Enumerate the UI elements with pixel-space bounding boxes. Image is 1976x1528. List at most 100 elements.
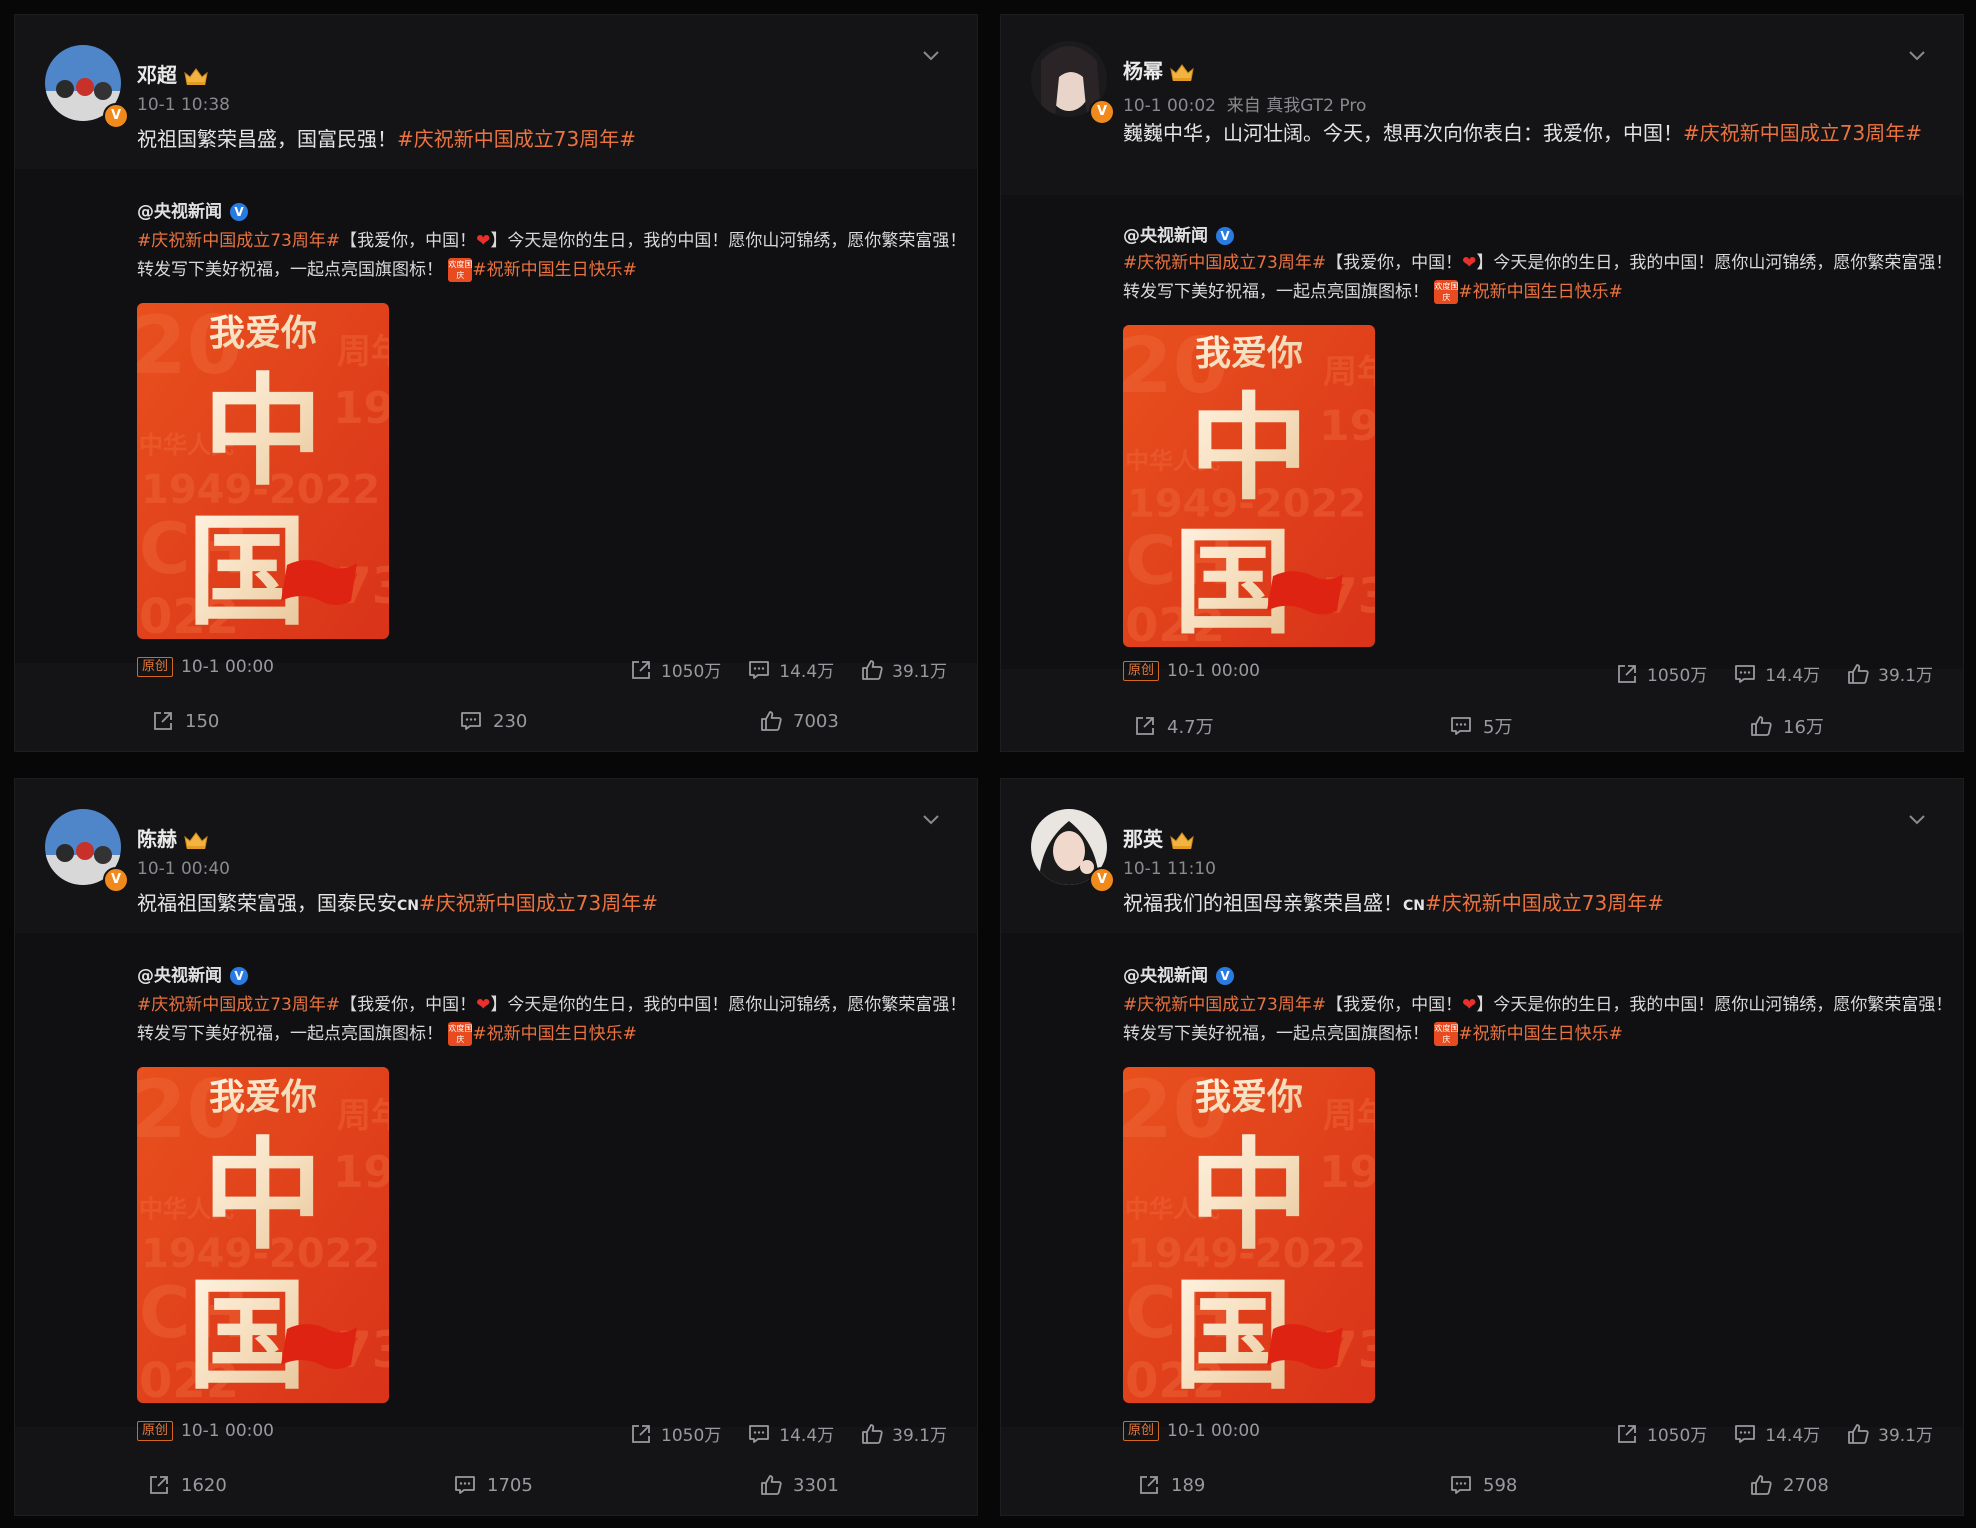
comment-button[interactable]: 598 (1449, 1473, 1517, 1497)
retweet-comment[interactable]: 14.4万 (1733, 661, 1820, 686)
post-text: 祝福祖国繁荣富强，国泰民安CN#庆祝新中国成立73周年# (137, 891, 658, 915)
like-icon (1749, 1473, 1773, 1497)
repost-button[interactable]: 150 (151, 709, 219, 733)
retweet-box[interactable]: @央视新闻 V #庆祝新中国成立73周年#【我爱你，中国！❤】今天是你的生日，我的… (15, 933, 977, 1446)
retweet-meta: 原创 10-1 00:00 1050万 14.4万 39.1万 (137, 657, 947, 682)
hashtag-link[interactable]: #祝新中国生日快乐# (1458, 1024, 1623, 1044)
retweet-box[interactable]: @央视新闻 V #庆祝新中国成立73周年#【我爱你，中国！❤】今天是你的生日，我的… (1001, 933, 1963, 1446)
like-icon (1846, 662, 1870, 686)
comment-button[interactable]: 1705 (453, 1473, 533, 1497)
original-badge: 原创 (137, 1421, 174, 1441)
repost-button[interactable]: 189 (1137, 1473, 1205, 1497)
like-button[interactable]: 2708 (1749, 1473, 1829, 1497)
hashtag-link[interactable]: #祝新中国生日快乐# (472, 1024, 637, 1044)
comment-icon (1733, 662, 1757, 686)
chevron-down-icon[interactable] (919, 43, 943, 67)
verified-badge-icon: V (1089, 99, 1115, 125)
retweet-comment[interactable]: 14.4万 (747, 657, 834, 682)
repost-button[interactable]: 4.7万 (1133, 713, 1214, 739)
verified-blue-icon: V (1216, 967, 1234, 985)
retweet-box[interactable]: @央视新闻 V #庆祝新中国成立73周年#【我爱你，中国！❤】今天是你的生日，我的… (1001, 195, 1963, 686)
poster-slogan: 我爱你 (1195, 1077, 1303, 1118)
post-time: 10-1 00:02 来自 真我GT2 Pro (1123, 91, 1366, 116)
heart-icon: ❤ (476, 995, 491, 1015)
hashtag-link[interactable]: #庆祝新中国成立73周年# (1123, 995, 1326, 1015)
poster-image[interactable]: 我爱你 中 国 (137, 1067, 389, 1403)
hashtag-link[interactable]: #庆祝新中国成立73周年# (1123, 253, 1326, 273)
hashtag-link[interactable]: #庆祝新中国成立73周年# (137, 995, 340, 1015)
post-time-link[interactable]: 10-1 00:02 (1123, 96, 1216, 116)
retweet-like[interactable]: 39.1万 (1846, 1421, 1933, 1446)
retweet-meta: 原创 10-1 00:00 1050万 14.4万 39.1万 (1123, 1421, 1933, 1446)
chevron-down-icon[interactable] (1905, 807, 1929, 831)
national-day-icon: 欢度国庆 (448, 1022, 473, 1046)
comment-icon (459, 709, 483, 733)
repost-icon (1615, 1422, 1639, 1446)
poster-image[interactable]: 我爱你 中 国 (137, 303, 389, 639)
retweet-like[interactable]: 39.1万 (1846, 661, 1933, 686)
retweet-time[interactable]: 10-1 00:00 (181, 657, 274, 677)
retweet-time[interactable]: 10-1 00:00 (181, 1421, 274, 1441)
post-time[interactable]: 10-1 11:10 (1123, 859, 1216, 879)
poster-image[interactable]: 我爱你 中 国 (1123, 325, 1375, 647)
retweet-time[interactable]: 10-1 00:00 (1167, 1421, 1260, 1441)
retweet-author[interactable]: @央视新闻 V (1123, 961, 1234, 986)
author-name[interactable]: 邓超 (137, 59, 209, 88)
verified-blue-icon: V (230, 203, 248, 221)
comment-button[interactable]: 230 (459, 709, 527, 733)
repost-icon (147, 1473, 171, 1497)
retweet-time[interactable]: 10-1 00:00 (1167, 661, 1260, 681)
verified-badge-icon: V (103, 103, 129, 129)
hashtag-link[interactable]: #庆祝新中国成立73周年# (419, 891, 658, 915)
repost-icon (1133, 714, 1157, 738)
repost-button[interactable]: 1620 (147, 1473, 227, 1497)
retweet-repost[interactable]: 1050万 (629, 657, 721, 682)
retweet-author[interactable]: @央视新闻 V (137, 197, 248, 222)
repost-icon (1137, 1473, 1161, 1497)
crown-icon (1169, 63, 1195, 83)
chevron-down-icon[interactable] (1905, 43, 1929, 67)
poster-char-1: 中 (203, 363, 323, 502)
author-name[interactable]: 陈赫 (137, 823, 209, 852)
retweet-box[interactable]: @央视新闻 V #庆祝新中国成立73周年#【我爱你，中国！❤】今天是你的生日，我的… (15, 169, 977, 682)
retweet-comment[interactable]: 14.4万 (1733, 1421, 1820, 1446)
hashtag-link[interactable]: #庆祝新中国成立73周年# (137, 231, 340, 251)
chevron-down-icon[interactable] (919, 807, 943, 831)
hashtag-link[interactable]: #庆祝新中国成立73周年# (1425, 891, 1664, 915)
retweet-like[interactable]: 39.1万 (860, 657, 947, 682)
post-source[interactable]: 来自 真我GT2 Pro (1227, 96, 1367, 116)
retweet-repost[interactable]: 1050万 (1615, 661, 1707, 686)
retweet-text: #庆祝新中国成立73周年#【我爱你，中国！❤】今天是你的生日，我的中国！愿你山河… (1123, 253, 1953, 304)
poster-char-1: 中 (1189, 381, 1309, 515)
post-time[interactable]: 10-1 10:38 (137, 95, 230, 115)
author-name[interactable]: 杨幂 (1123, 55, 1195, 84)
comment-button[interactable]: 5万 (1449, 713, 1512, 739)
retweet-like[interactable]: 39.1万 (860, 1421, 947, 1446)
poster-image[interactable]: 我爱你 中 国 (1123, 1067, 1375, 1403)
retweet-comment[interactable]: 14.4万 (747, 1421, 834, 1446)
hashtag-link[interactable]: #庆祝新中国成立73周年# (397, 127, 636, 151)
like-button[interactable]: 3301 (759, 1473, 839, 1497)
hashtag-link[interactable]: #祝新中国生日快乐# (1458, 282, 1623, 302)
retweet-repost[interactable]: 1050万 (629, 1421, 721, 1446)
retweet-author[interactable]: @央视新闻 V (137, 961, 248, 986)
cn-icon: CN (397, 898, 419, 914)
national-day-icon: 欢度国庆 (448, 258, 473, 282)
heart-icon: ❤ (1462, 995, 1477, 1015)
heart-icon: ❤ (1462, 253, 1477, 273)
crown-icon (1169, 831, 1195, 851)
post-time[interactable]: 10-1 00:40 (137, 859, 230, 879)
author-name[interactable]: 那英 (1123, 823, 1195, 852)
poster-slogan: 我爱你 (209, 1077, 317, 1118)
comment-icon (1733, 1422, 1757, 1446)
like-button[interactable]: 7003 (759, 709, 839, 733)
retweet-repost[interactable]: 1050万 (1615, 1421, 1707, 1446)
national-day-icon: 欢度国庆 (1434, 1022, 1459, 1046)
hashtag-link[interactable]: #祝新中国生日快乐# (472, 260, 637, 280)
like-button[interactable]: 16万 (1749, 713, 1824, 739)
like-icon (1749, 714, 1773, 738)
retweet-author[interactable]: @央视新闻 V (1123, 221, 1234, 246)
poster-slogan: 我爱你 (1195, 334, 1303, 374)
poster-slogan: 我爱你 (209, 313, 317, 354)
hashtag-link[interactable]: #庆祝新中国成立73周年# (1683, 121, 1922, 145)
